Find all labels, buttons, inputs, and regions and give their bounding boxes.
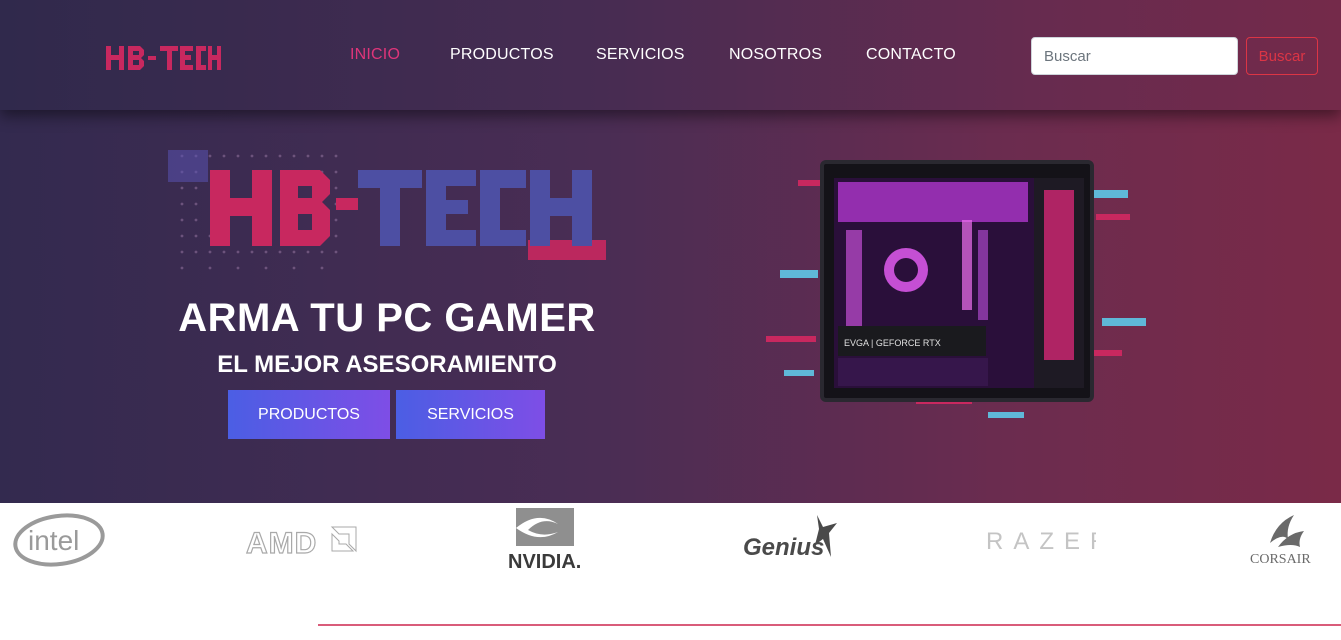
nav-item-nosotros[interactable]: NOSOTROS [729, 46, 822, 64]
hero-subtitle: EL MEJOR ASESORAMIENTO [217, 351, 557, 378]
hero-title: ARMA TU PC GAMER [178, 296, 596, 340]
brand-logo[interactable] [104, 44, 222, 72]
brand-intel-logo: intel [10, 503, 110, 575]
hero-products-button[interactable]: PRODUCTOS [228, 390, 390, 439]
hero-logo [168, 150, 606, 270]
pc-gpu-label: EVGA | GEFORCE RTX [844, 338, 941, 348]
gaming-pc-image: EVGA | GEFORCE RTX [766, 160, 1146, 418]
navbar: INICIO PRODUCTOS SERVICIOS NOSOTROS CONT… [0, 0, 1341, 110]
svg-text:NVIDIA.: NVIDIA. [508, 551, 581, 573]
search-input[interactable] [1031, 37, 1238, 75]
svg-text:RAZER: RAZER [986, 528, 1096, 555]
brand-nvidia-logo: NVIDIA. [500, 503, 596, 575]
svg-text:intel: intel [28, 525, 79, 556]
hero-logo-blue-block [168, 150, 208, 182]
brand-logos-strip: intel AMD NVIDIA. Genius RAZER [0, 503, 1341, 583]
hero-logo-letters [210, 170, 592, 246]
nav-item-productos[interactable]: PRODUCTOS [450, 46, 554, 64]
hero-services-button[interactable]: SERVICIOS [396, 390, 545, 439]
svg-text:AMD: AMD [246, 527, 317, 559]
search-button[interactable]: Buscar [1246, 37, 1318, 75]
brand-genius-logo: Genius [736, 503, 846, 575]
section-divider [318, 624, 1341, 626]
page: ARMA TU PC GAMER EL MEJOR ASESORAMIENTO … [0, 0, 1341, 640]
nav-item-contacto[interactable]: CONTACTO [866, 46, 956, 64]
brand-corsair-logo: CORSAIR [1246, 503, 1322, 575]
nav-item-inicio[interactable]: INICIO [350, 46, 400, 64]
brand-razer-logo: RAZER [980, 503, 1098, 575]
svg-text:Genius: Genius [743, 534, 824, 561]
svg-text:CORSAIR: CORSAIR [1250, 552, 1311, 567]
nav-item-servicios[interactable]: SERVICIOS [596, 46, 685, 64]
brand-amd-logo: AMD [240, 503, 368, 575]
